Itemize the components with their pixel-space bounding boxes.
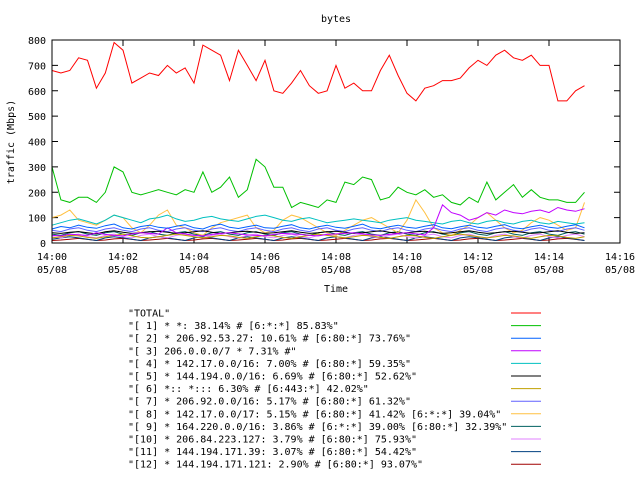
y-axis-ticks: 0 100 200 300 400 500 600 700 800 [28,36,620,250]
series-line-0 [51,41,585,102]
series-line-4 [51,214,585,226]
legend-label: "[ 8] * 142.17.0.0/17: 5.15% # [6:80:*] … [128,409,501,420]
legend-label: "[ 3] 206.0.0.0/7 * 7.31% #" [128,346,297,357]
x-tick-label-date: 05/08 [392,265,422,276]
legend-label: "[11] * 144.194.171.39: 3.07% # [6:80:*]… [128,447,417,458]
legend-label: "[12] * 144.194.171.121: 2.90% # [6:80:*… [128,460,423,471]
legend-label: "TOTAL" [128,309,170,320]
x-tick-label-time: 14:08 [321,252,351,263]
x-tick-label-date: 05/08 [321,265,351,276]
y-tick-label: 0 [40,239,46,250]
plot-frame [51,39,621,244]
y-tick-label: 300 [28,163,46,174]
x-tick-label-time: 14:04 [179,252,209,263]
x-tick-label-time: 14:10 [392,252,422,263]
x-tick-label-time: 14:06 [250,252,280,263]
traffic-chart: bytes traffic (Mbps) Time 0 100 200 300 400 5… [6,14,635,471]
y-tick-label: 600 [28,87,46,98]
legend-label: "[ 9] * 164.220.0.0/16: 3.86% # [6:*:*] … [128,422,507,433]
x-tick-label-time: 14:14 [534,252,564,263]
legend-label: "[ 7] * 206.92.0.0/16: 5.17% # [6:80:*] … [128,397,411,408]
x-tick-label-date: 05/08 [250,265,280,276]
y-tick-label: 400 [28,138,46,149]
x-tick-label-date: 05/08 [605,265,635,276]
y-tick-label: 200 [28,188,46,199]
x-tick-label-date: 05/08 [463,265,493,276]
y-tick-label: 800 [28,36,46,47]
x-tick-label-date: 05/08 [108,265,138,276]
y-tick-label: 100 [28,214,46,225]
legend-label: "[ 1] * *: 38.14% # [6:*:*] 85.83%" [128,321,339,332]
x-tick-label-time: 14:16 [605,252,635,263]
legend-label: "[ 6] *:: *::: 6.30% # [6:443:*] 42.02%" [128,384,369,395]
y-tick-label: 700 [28,61,46,72]
legend-label: "[ 5] * 144.194.0.0/16: 6.69% # [6:80:*]… [128,372,417,383]
x-tick-label-time: 14:12 [463,252,493,263]
chart-title: bytes [321,14,351,25]
x-tick-label-date: 05/08 [534,265,564,276]
legend-label: "[10] * 206.84.223.127: 3.79% # [6:80:*]… [128,435,417,446]
series-lines [51,41,585,242]
legend-label: "[ 4] * 142.17.0.0/16: 7.00% # [6:80:*] … [128,359,411,370]
legend: "TOTAL""[ 1] * *: 38.14% # [6:*:*] 85.83… [128,309,541,471]
x-axis-label: Time [324,284,348,295]
y-tick-label: 500 [28,112,46,123]
x-tick-label-date: 05/08 [37,265,67,276]
x-tick-label-time: 14:00 [37,252,67,263]
x-tick-label-date: 05/08 [179,265,209,276]
series-line-1 [51,158,585,209]
y-axis-label: traffic (Mbps) [6,100,17,184]
series-line-8 [51,198,585,236]
legend-label: "[ 2] * 206.92.53.27: 10.61% # [6:80:*] … [128,334,411,345]
x-tick-label-time: 14:02 [108,252,138,263]
